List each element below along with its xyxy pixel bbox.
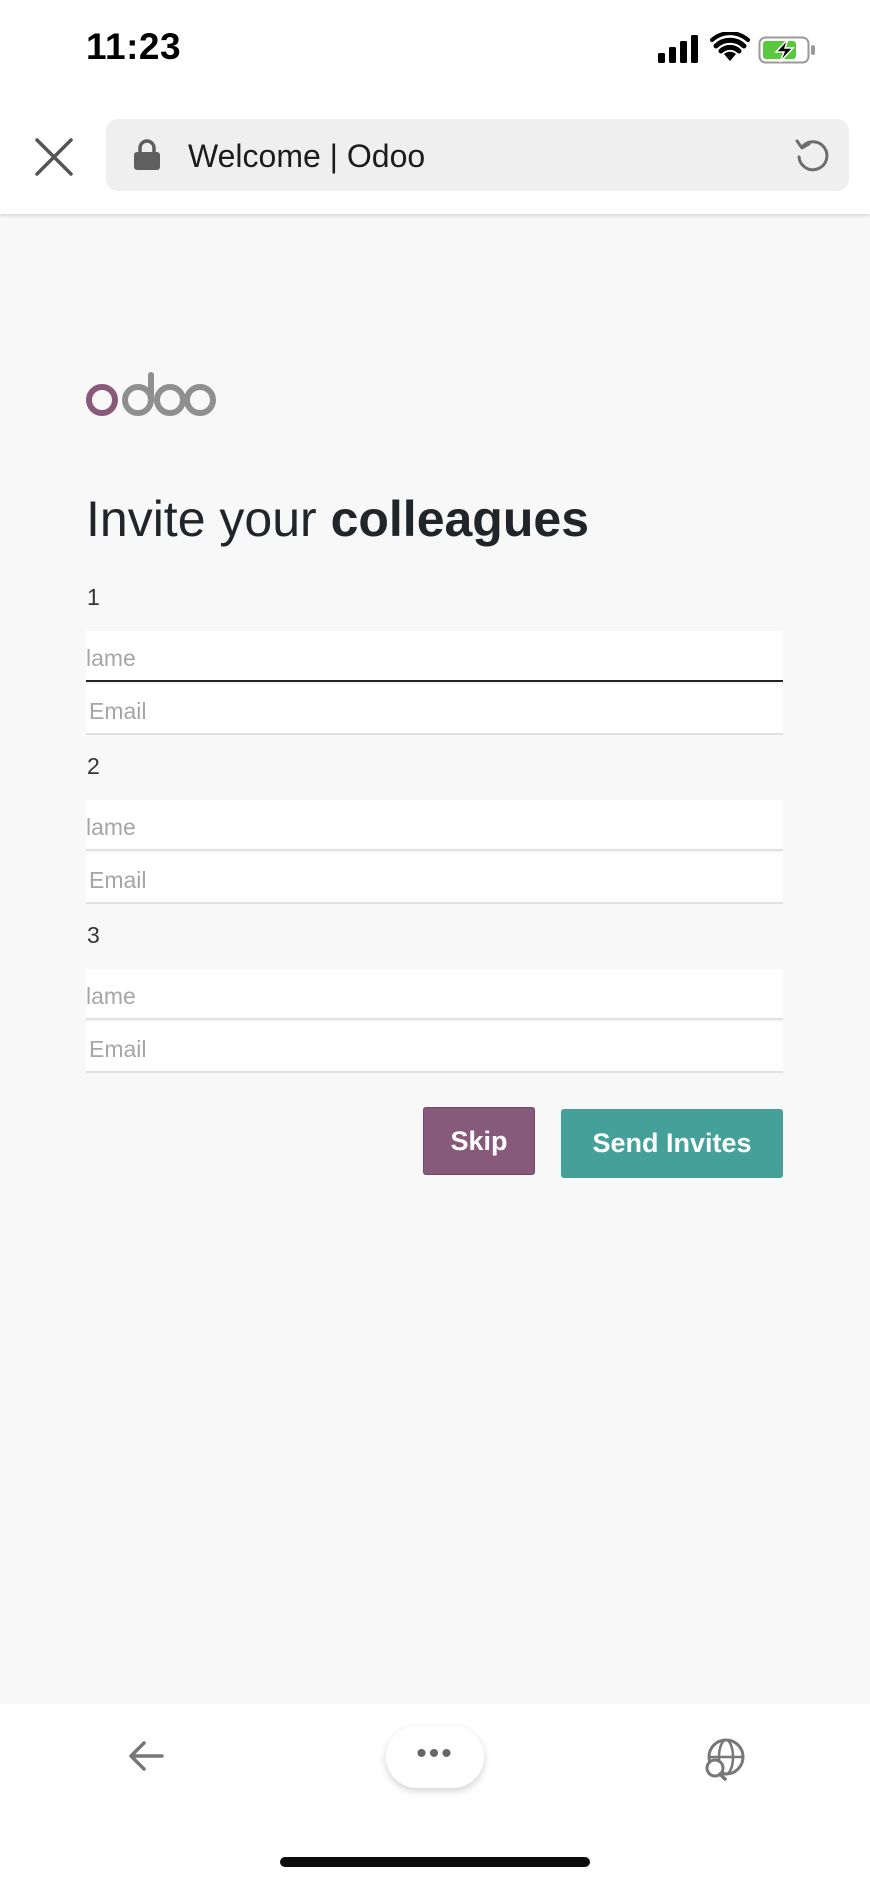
status-bar: 11:23 (0, 0, 870, 100)
colleague-2-name-field[interactable] (86, 800, 783, 851)
globe-search-icon[interactable] (702, 1737, 746, 1781)
battery-charging-icon (758, 36, 815, 64)
colleague-3-name-field[interactable] (86, 969, 783, 1020)
colleague-3-name-placeholder: lame (86, 983, 136, 1009)
colleague-3-email-field[interactable] (86, 1022, 783, 1073)
send-invites-button[interactable]: Send Invites (561, 1109, 783, 1178)
browser-header: Welcome | Odoo (0, 100, 870, 214)
more-icon: ••• (416, 1737, 454, 1770)
heading-prefix: Invite your (86, 491, 331, 547)
colleague-1-name-field[interactable] (86, 631, 783, 682)
colleague-3-email-placeholder: Email (89, 1036, 147, 1062)
back-arrow-icon[interactable] (128, 1740, 164, 1772)
colleague-1-email-placeholder: Email (89, 698, 147, 724)
colleague-2-email-placeholder: Email (89, 867, 147, 893)
colleague-1-email-field[interactable] (86, 684, 783, 735)
colleague-1-name-placeholder: lame (86, 645, 136, 671)
odoo-logo (86, 372, 216, 416)
close-icon[interactable] (30, 133, 78, 181)
reload-icon[interactable] (794, 136, 832, 174)
status-time: 11:23 (86, 26, 182, 67)
url-bar[interactable]: Welcome | Odoo (106, 119, 849, 191)
heading-bold: colleagues (330, 491, 590, 547)
colleague-number-2: 2 (87, 753, 100, 779)
page-heading: Invite your colleagues (86, 490, 589, 548)
lock-icon (134, 139, 160, 170)
home-indicator (280, 1857, 590, 1867)
colleague-number-1: 1 (87, 584, 100, 610)
more-button[interactable]: ••• (386, 1726, 484, 1788)
wifi-icon (710, 32, 750, 61)
page-title: Welcome | Odoo (188, 138, 426, 174)
colleague-2-email-field[interactable] (86, 853, 783, 904)
signal-icon (658, 35, 698, 63)
colleague-number-3: 3 (87, 922, 100, 948)
skip-button[interactable]: Skip (423, 1107, 535, 1175)
bottom-toolbar: ••• (0, 1704, 870, 1883)
colleague-2-name-placeholder: lame (86, 814, 136, 840)
